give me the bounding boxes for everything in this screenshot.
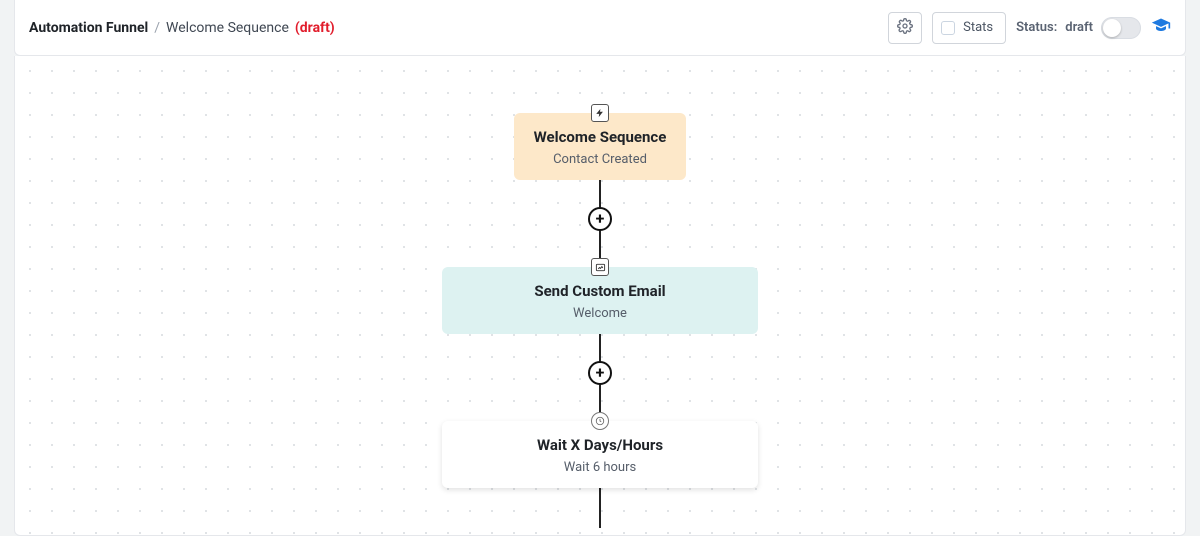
- plus-icon: +: [596, 365, 605, 381]
- checkbox-icon: [941, 21, 955, 35]
- connector-line: [599, 384, 601, 412]
- plus-icon: +: [596, 211, 605, 227]
- connector-line: [599, 488, 601, 528]
- flow-node-trigger[interactable]: Welcome Sequence Contact Created: [514, 113, 686, 180]
- toggle-knob: [1103, 19, 1121, 37]
- status-prefix: Status:: [1016, 20, 1057, 35]
- settings-button[interactable]: [888, 12, 922, 44]
- node-title: Welcome Sequence: [525, 128, 675, 146]
- connector-line: [599, 180, 601, 208]
- status-toggle[interactable]: [1101, 17, 1141, 39]
- gear-icon: [897, 18, 913, 38]
- top-bar: Automation Funnel / Welcome Sequence (dr…: [14, 0, 1186, 56]
- clock-icon: [591, 412, 609, 430]
- add-step-button[interactable]: +: [588, 207, 612, 231]
- connector-line: [599, 334, 601, 362]
- connector-line: [599, 230, 601, 258]
- automation-canvas[interactable]: Welcome Sequence Contact Created + Send …: [14, 56, 1186, 536]
- mail-image-icon: [591, 258, 609, 276]
- stats-toggle-button[interactable]: Stats: [932, 12, 1006, 44]
- add-step-button[interactable]: +: [588, 361, 612, 385]
- node-title: Send Custom Email: [453, 282, 747, 300]
- node-subtitle: Contact Created: [525, 152, 675, 167]
- node-subtitle: Welcome: [453, 306, 747, 321]
- node-title: Wait X Days/Hours: [453, 436, 747, 454]
- breadcrumb-separator: /: [154, 20, 160, 36]
- bolt-icon: [591, 104, 609, 122]
- breadcrumb: Automation Funnel / Welcome Sequence (dr…: [29, 20, 335, 36]
- help-button[interactable]: [1151, 16, 1171, 40]
- status-value: draft: [1065, 20, 1093, 35]
- stats-label: Stats: [963, 20, 993, 35]
- node-subtitle: Wait 6 hours: [453, 460, 747, 475]
- status-wrap: Status: draft: [1016, 17, 1141, 39]
- graduation-cap-icon: [1151, 16, 1171, 40]
- breadcrumb-funnel-name[interactable]: Welcome Sequence: [166, 20, 289, 36]
- breadcrumb-root[interactable]: Automation Funnel: [29, 20, 148, 36]
- breadcrumb-draft-badge: (draft): [295, 20, 335, 36]
- flow-node-email[interactable]: Send Custom Email Welcome: [442, 267, 758, 334]
- flow-node-wait[interactable]: Wait X Days/Hours Wait 6 hours: [442, 421, 758, 488]
